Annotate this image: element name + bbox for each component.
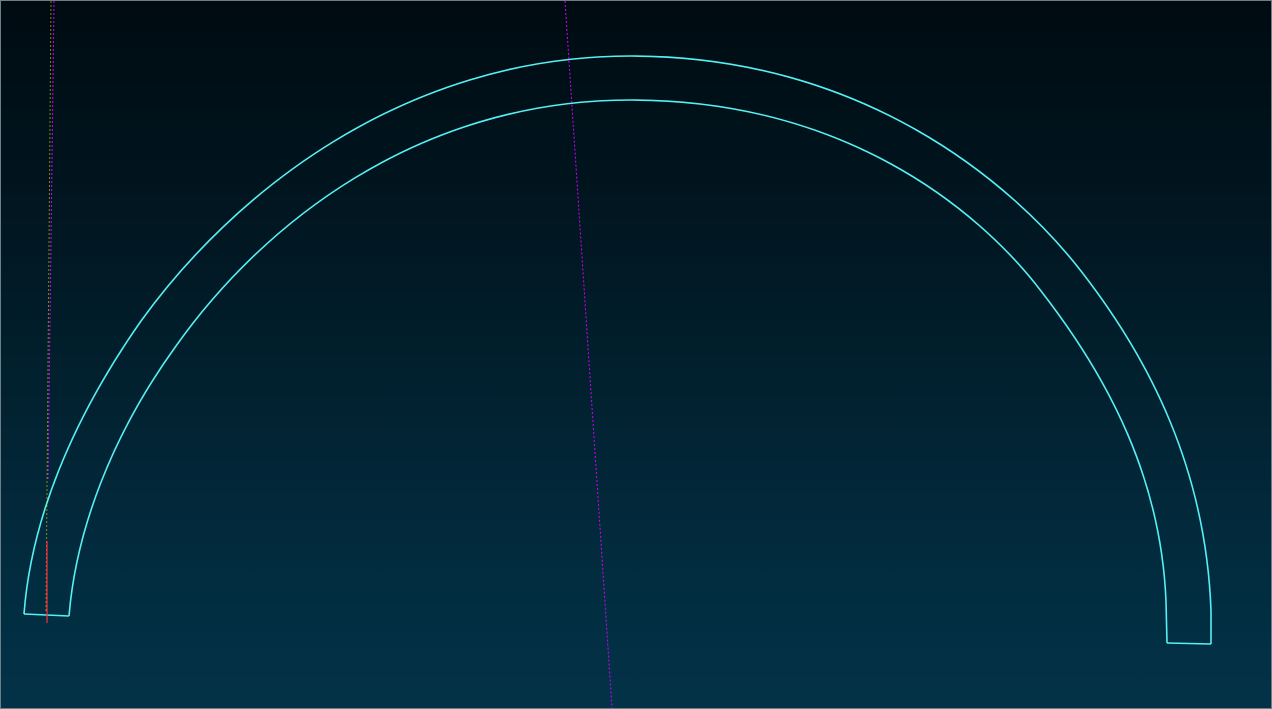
guide-line-center-magenta	[564, 1, 613, 708]
arch-outer-arc[interactable]	[23, 55, 1212, 644]
arch-right-end-cap[interactable]	[1166, 642, 1212, 645]
arch-inner-arc[interactable]	[68, 99, 1168, 644]
guide-lines	[45, 1, 613, 708]
drawing-canvas[interactable]	[1, 1, 1271, 708]
arch-profile[interactable]	[23, 55, 1212, 645]
cad-viewport[interactable]	[0, 0, 1272, 709]
